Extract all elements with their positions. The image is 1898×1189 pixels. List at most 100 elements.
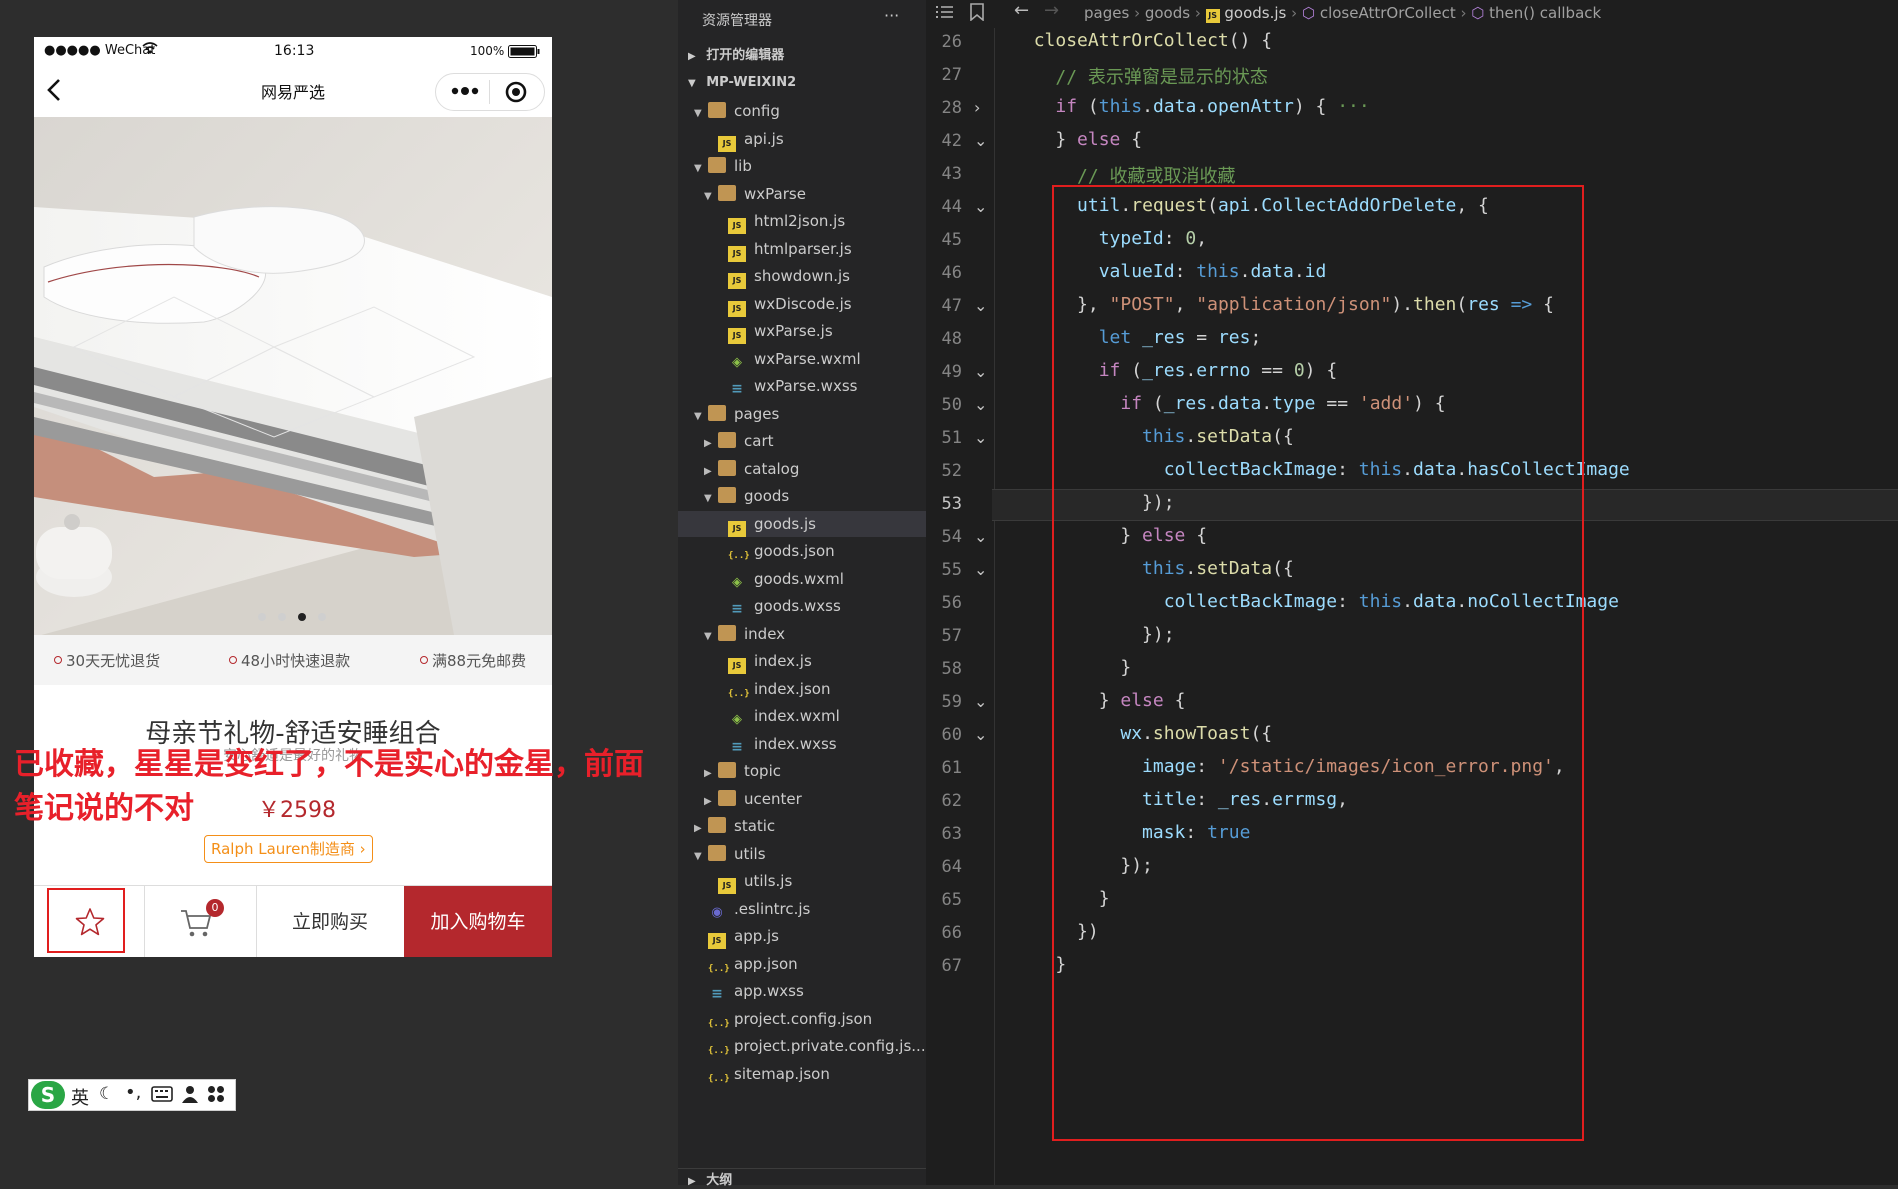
punctuation-icon[interactable]: •,: [125, 1082, 141, 1103]
more-icon[interactable]: [450, 83, 480, 103]
back-arrow-icon[interactable]: ←: [1014, 0, 1029, 21]
folder-item[interactable]: ▶ ucenter: [678, 786, 926, 812]
breadcrumb-item[interactable]: goods: [1145, 4, 1190, 22]
breadcrumb-item[interactable]: pages: [1084, 4, 1129, 22]
fold-collapsed-icon[interactable]: ›: [974, 98, 980, 117]
file-item[interactable]: ◈ wxParse.wxml: [678, 346, 926, 372]
file-item[interactable]: JS htmlparser.js: [678, 236, 926, 262]
file-item[interactable]: ≡ index.wxss: [678, 731, 926, 757]
fold-expanded-icon[interactable]: ⌄: [974, 725, 987, 744]
code-line[interactable]: if (this.data.openAttr) { ···: [1012, 96, 1369, 117]
file-item[interactable]: {..} project.private.config.js...: [678, 1033, 926, 1059]
file-item[interactable]: ≡ goods.wxss: [678, 593, 926, 619]
file-item[interactable]: {..} sitemap.json: [678, 1061, 926, 1087]
json-file-icon: {..}: [708, 1073, 730, 1084]
folder-icon: [708, 102, 726, 118]
line-number: 56: [941, 593, 962, 613]
file-item[interactable]: JS api.js: [678, 126, 926, 152]
buy-now-button[interactable]: 立即购买: [256, 886, 404, 957]
method-icon: ⬡: [1471, 4, 1485, 22]
moon-icon[interactable]: ☾: [99, 1084, 114, 1104]
folder-item[interactable]: ▼ index: [678, 621, 926, 647]
folder-item[interactable]: ▼ goods: [678, 483, 926, 509]
line-number: 52: [941, 461, 962, 481]
folder-item[interactable]: ▼ wxParse: [678, 181, 926, 207]
file-item[interactable]: {..} app.json: [678, 951, 926, 977]
capsule-divider: [489, 80, 490, 104]
line-number: 63: [941, 824, 962, 844]
folder-item[interactable]: ▶ cart: [678, 428, 926, 454]
file-item[interactable]: {..} goods.json: [678, 538, 926, 564]
fold-expanded-icon[interactable]: ⌄: [974, 296, 987, 315]
fold-expanded-icon[interactable]: ⌄: [974, 197, 987, 216]
file-item[interactable]: ◉ .eslintrc.js: [678, 896, 926, 922]
ime-language-toggle[interactable]: 英: [71, 1084, 89, 1110]
code-editor[interactable]: ← → pages › goods › JS goods.js › ⬡ clos…: [926, 0, 1898, 1185]
file-item[interactable]: ◈ index.wxml: [678, 703, 926, 729]
breadcrumb-item[interactable]: closeAttrOrCollect: [1320, 4, 1456, 22]
tree-item-label: htmlparser.js: [754, 239, 852, 258]
file-item[interactable]: {..} project.config.json: [678, 1006, 926, 1032]
fold-expanded-icon[interactable]: ⌄: [974, 395, 987, 414]
fold-expanded-icon[interactable]: ⌄: [974, 428, 987, 447]
open-editors-section[interactable]: ▶ 打开的编辑器: [678, 44, 926, 68]
file-item[interactable]: JS index.js: [678, 648, 926, 674]
code-line[interactable]: } else {: [1012, 129, 1142, 150]
fold-expanded-icon[interactable]: ⌄: [974, 131, 987, 150]
file-item[interactable]: JS app.js: [678, 923, 926, 949]
apps-grid-icon[interactable]: [207, 1085, 225, 1107]
code-line[interactable]: // 表示弹窗是显示的状态: [1012, 63, 1268, 89]
line-number: 44: [941, 197, 962, 217]
explorer-header: 资源管理器: [702, 13, 772, 29]
file-item[interactable]: ≡ wxParse.wxss: [678, 373, 926, 399]
file-item[interactable]: ≡ app.wxss: [678, 978, 926, 1004]
breadcrumb-item[interactable]: then() callback: [1489, 4, 1601, 22]
product-image-carousel[interactable]: [34, 117, 552, 635]
fold-expanded-icon[interactable]: ⌄: [974, 527, 987, 546]
brand-tag[interactable]: Ralph Lauren制造商 ›: [204, 835, 373, 863]
tree-item-label: topic: [744, 762, 781, 780]
json-file-icon: {..}: [708, 1046, 730, 1056]
folder-item[interactable]: ▶ topic: [678, 758, 926, 784]
user-icon[interactable]: [181, 1085, 199, 1107]
bookmark-icon[interactable]: [970, 3, 984, 25]
folder-item[interactable]: ▶ catalog: [678, 456, 926, 482]
folder-item[interactable]: ▼ pages: [678, 401, 926, 427]
cart-button[interactable]: 0: [144, 886, 257, 957]
file-item[interactable]: JS goods.js: [678, 510, 926, 537]
fold-expanded-icon[interactable]: ⌄: [974, 692, 987, 711]
close-miniprogram-icon[interactable]: [504, 80, 528, 108]
carrier-label: ●●●●● WeChat: [44, 43, 156, 58]
file-item[interactable]: {..} index.json: [678, 676, 926, 702]
folder-item[interactable]: ▼ config: [678, 98, 926, 124]
line-number: 45: [941, 230, 962, 250]
file-item[interactable]: JS utils.js: [678, 868, 926, 894]
fold-expanded-icon[interactable]: ⌄: [974, 560, 987, 579]
brand-tag-label: Ralph Lauren制造商: [211, 840, 355, 858]
breadcrumb-item[interactable]: goods.js: [1224, 4, 1286, 22]
line-number: 66: [941, 923, 962, 943]
folder-item[interactable]: ▼ lib: [678, 153, 926, 179]
folder-item[interactable]: ▶ static: [678, 813, 926, 839]
folder-item[interactable]: ▼ utils: [678, 841, 926, 867]
code-line[interactable]: closeAttrOrCollect() {: [1012, 30, 1272, 51]
fold-expanded-icon[interactable]: ⌄: [974, 362, 987, 381]
explorer-more-button[interactable]: ···: [884, 6, 899, 25]
chevron-down-icon: ▼: [704, 493, 712, 504]
file-item[interactable]: JS wxParse.js: [678, 318, 926, 344]
sogou-logo-icon[interactable]: S: [31, 1081, 65, 1109]
file-item[interactable]: ◈ goods.wxml: [678, 566, 926, 592]
keyboard-icon[interactable]: [151, 1085, 173, 1107]
outline-section[interactable]: ▶ 大纲: [678, 1168, 926, 1189]
project-section[interactable]: ▼ MP-WEIXIN2: [678, 71, 926, 95]
file-item[interactable]: JS html2json.js: [678, 208, 926, 234]
add-to-cart-button[interactable]: 加入购物车: [404, 886, 552, 957]
code-highlight-box: [1052, 185, 1584, 1141]
list-icon[interactable]: [936, 4, 954, 24]
method-icon: ⬡: [1301, 4, 1316, 22]
file-item[interactable]: JS showdown.js: [678, 263, 926, 289]
tree-item-label: pages: [734, 404, 780, 423]
line-number: 55: [941, 560, 962, 580]
json-file-icon: {..}: [708, 1018, 730, 1029]
file-item[interactable]: JS wxDiscode.js: [678, 291, 926, 317]
